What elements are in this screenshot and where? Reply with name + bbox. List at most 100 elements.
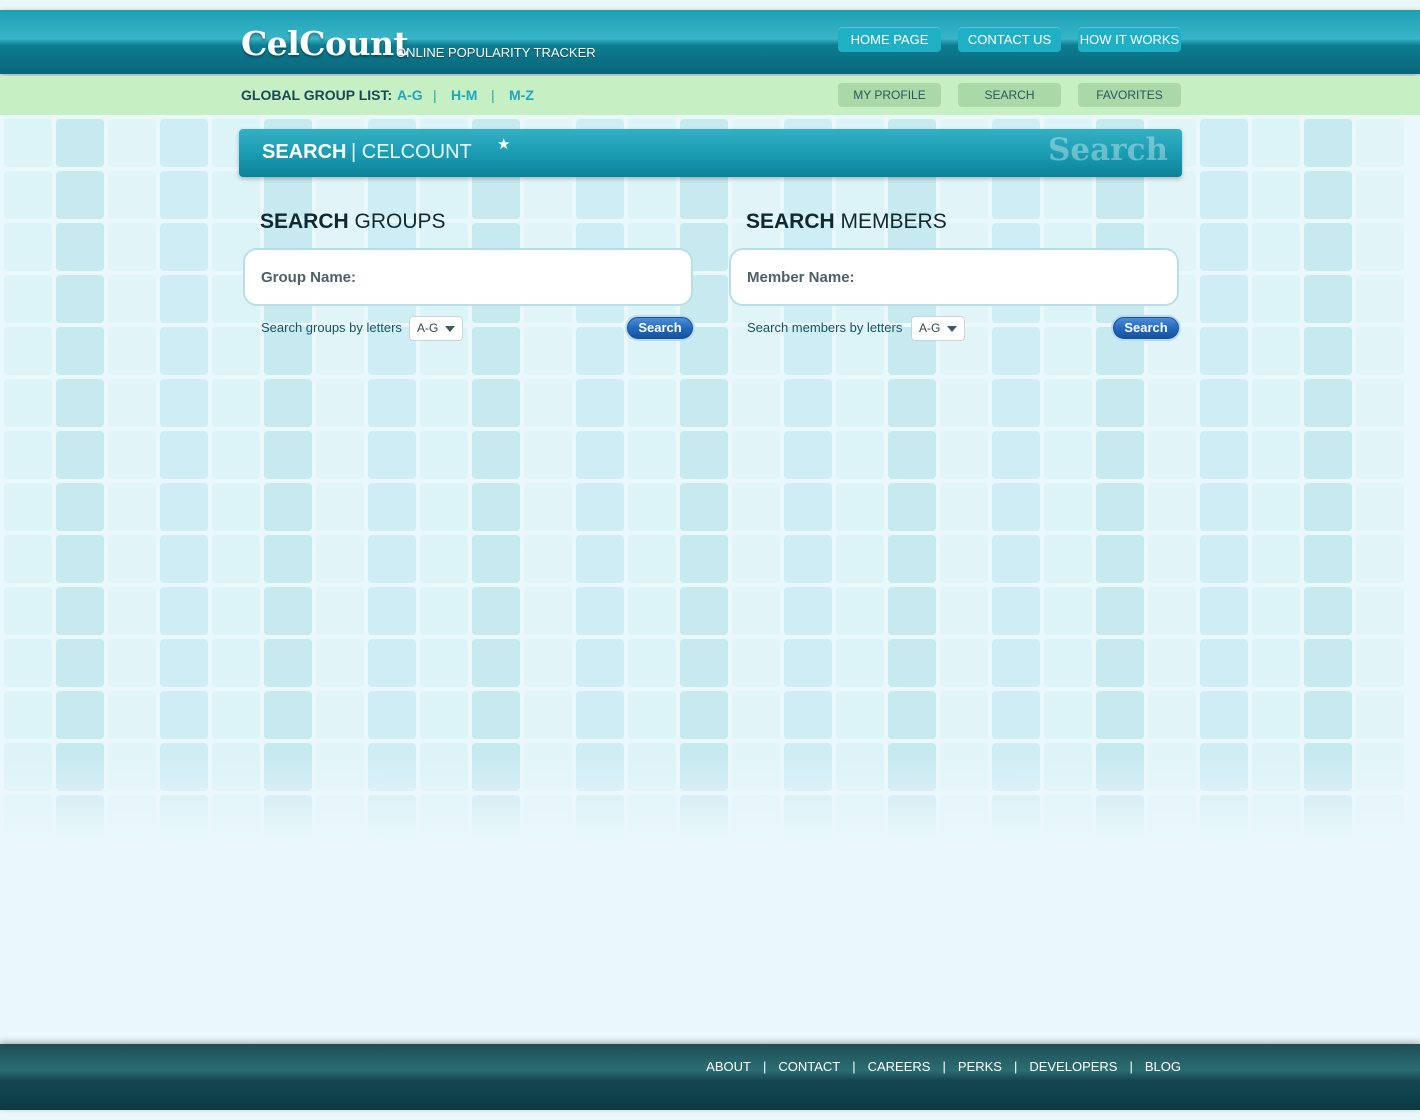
group-link-a-g[interactable]: A-G (397, 87, 423, 103)
footer-link-contact[interactable]: CONTACT (778, 1059, 840, 1074)
mosaic-tile (836, 379, 884, 427)
home-page-button[interactable]: HOME PAGE (838, 27, 941, 52)
member-name-input[interactable] (729, 248, 1179, 306)
mosaic-tile (316, 535, 364, 583)
mosaic-tile (1096, 171, 1144, 219)
mosaic-tile (1356, 327, 1404, 375)
mosaic-tile (420, 483, 468, 531)
mosaic-tile (264, 483, 312, 531)
mosaic-tile (420, 639, 468, 687)
mosaic-tile (940, 483, 988, 531)
mosaic-tile (940, 639, 988, 687)
search-members-button[interactable]: Search (1113, 317, 1179, 339)
mosaic-tile (888, 535, 936, 583)
mosaic-tile (1200, 327, 1248, 375)
mosaic-tile (836, 639, 884, 687)
site-logo[interactable]: CelCount (241, 24, 409, 63)
mosaic-tile (940, 535, 988, 583)
mosaic-tile (1252, 535, 1300, 583)
mosaic-tile (680, 691, 728, 739)
mosaic-tile (264, 379, 312, 427)
group-name-input[interactable] (243, 248, 693, 306)
mosaic-tile (628, 639, 676, 687)
footer-link-careers[interactable]: CAREERS (868, 1059, 931, 1074)
mosaic-tile (888, 691, 936, 739)
mosaic-tile (4, 275, 52, 323)
mosaic-tile (888, 431, 936, 479)
mosaic-tile (1200, 535, 1248, 583)
heading-rest: MEMBERS (834, 210, 947, 233)
contact-us-button[interactable]: CONTACT US (958, 27, 1061, 52)
mosaic-tile (992, 327, 1040, 375)
mosaic-tile (1096, 587, 1144, 635)
mosaic-tile (4, 379, 52, 427)
mosaic-tile (1200, 379, 1248, 427)
mosaic-tile (56, 327, 104, 375)
mosaic-tile (1252, 379, 1300, 427)
mosaic-tile (108, 223, 156, 271)
members-letters-select[interactable]: A-G (911, 316, 965, 341)
mosaic-tile (160, 171, 208, 219)
search-banner: SEARCH | CELCOUNT ★ Search (239, 129, 1182, 177)
mosaic-tile (680, 587, 728, 635)
mosaic-tile (160, 483, 208, 531)
mosaic-tile (1304, 691, 1352, 739)
footer-link-about[interactable]: ABOUT (706, 1059, 751, 1074)
mosaic-tile (472, 483, 520, 531)
mosaic-tile (4, 483, 52, 531)
mosaic-tile (420, 587, 468, 635)
footer-link-developers[interactable]: DEVELOPERS (1029, 1059, 1117, 1074)
chevron-down-icon (947, 326, 957, 332)
sub-header: GLOBAL GROUP LIST: A-G | H-M | M-Z MY PR… (0, 76, 1420, 115)
mosaic-tile (472, 691, 520, 739)
mosaic-tile (1356, 691, 1404, 739)
mosaic-tile (212, 171, 260, 219)
mosaic-tile (680, 535, 728, 583)
mosaic-tile (4, 171, 52, 219)
mosaic-tile (628, 379, 676, 427)
groups-letters-value: A-G (417, 321, 439, 335)
mosaic-tile (1148, 431, 1196, 479)
mosaic-tile (836, 431, 884, 479)
how-it-works-button[interactable]: HOW IT WORKS (1078, 27, 1181, 52)
search-nav-button[interactable]: SEARCH (958, 83, 1061, 107)
mosaic-tile (56, 535, 104, 583)
mosaic-tile (888, 379, 936, 427)
mosaic-tile (732, 379, 780, 427)
mosaic-grid (4, 119, 1404, 843)
footer-separator: | (1013, 1059, 1018, 1074)
mosaic-tile (888, 639, 936, 687)
mosaic-tile (472, 535, 520, 583)
heading-bold: SEARCH (260, 210, 349, 233)
mosaic-tile (680, 483, 728, 531)
mosaic-tile (1044, 327, 1092, 375)
mosaic-tile (1252, 327, 1300, 375)
mosaic-tile (212, 431, 260, 479)
mosaic-tile (992, 431, 1040, 479)
mosaic-tile (836, 587, 884, 635)
mosaic-tile (1304, 431, 1352, 479)
mosaic-tile (784, 639, 832, 687)
mosaic-tile (992, 379, 1040, 427)
group-link-h-m[interactable]: H-M (451, 87, 477, 103)
mosaic-tile (524, 379, 572, 427)
mosaic-tile (1356, 223, 1404, 271)
mosaic-tile (732, 483, 780, 531)
mosaic-tile (212, 535, 260, 583)
group-link-m-z[interactable]: M-Z (509, 87, 534, 103)
mosaic-tile (1304, 223, 1352, 271)
mosaic-tile (160, 431, 208, 479)
members-letters-value: A-G (919, 321, 941, 335)
mosaic-tile (680, 379, 728, 427)
mosaic-tile (316, 639, 364, 687)
groups-letters-select[interactable]: A-G (409, 316, 463, 341)
search-groups-button[interactable]: Search (627, 317, 693, 339)
mosaic-tile (1200, 639, 1248, 687)
footer-link-perks[interactable]: PERKS (958, 1059, 1002, 1074)
mosaic-tile (368, 431, 416, 479)
my-profile-button[interactable]: MY PROFILE (838, 83, 941, 107)
favorites-button[interactable]: FAVORITES (1078, 83, 1181, 107)
mosaic-tile (4, 587, 52, 635)
mosaic-tile (212, 587, 260, 635)
footer-link-blog[interactable]: BLOG (1145, 1059, 1181, 1074)
